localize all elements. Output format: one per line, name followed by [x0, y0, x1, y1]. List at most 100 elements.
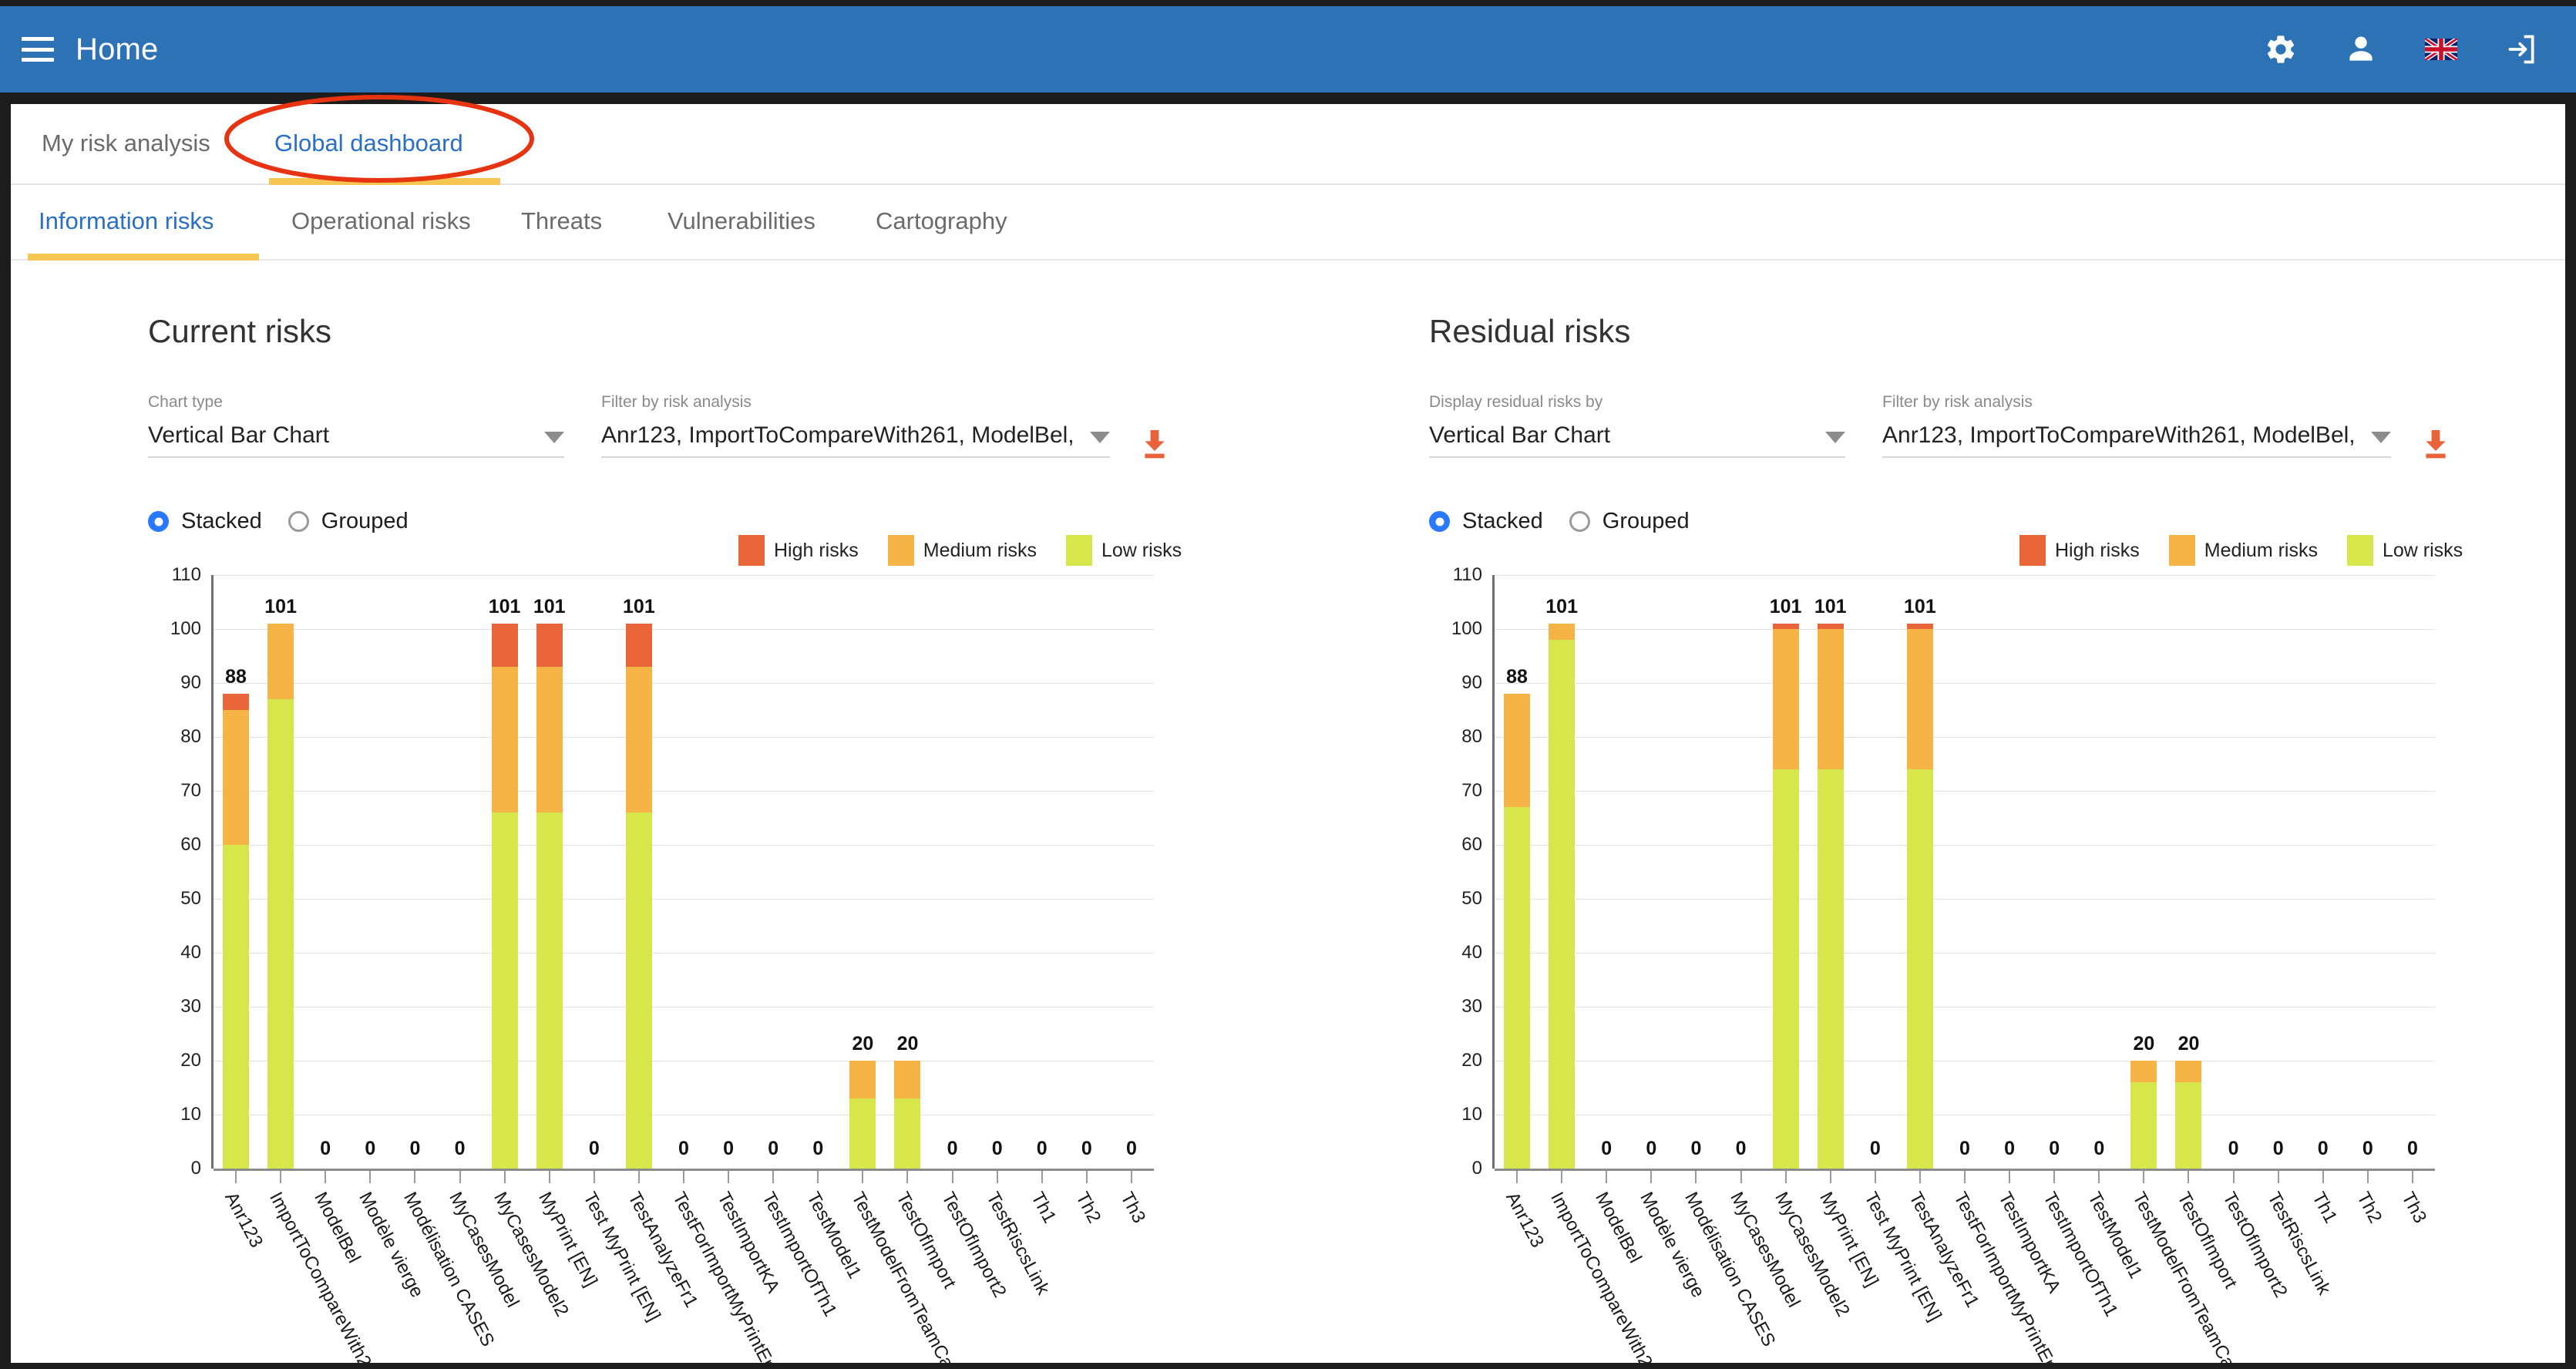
filter-risk-analysis-select-left[interactable]: Filter by risk analysis Anr123, ImportTo… [601, 393, 1110, 458]
bar-segment-low[interactable] [1549, 640, 1576, 1169]
bar-total-label: 0 [2228, 1138, 2239, 1159]
hamburger-menu-icon[interactable] [22, 37, 54, 62]
radio-stacked-right[interactable] [1429, 511, 1450, 532]
bar-segment-medium[interactable] [1817, 629, 1844, 769]
chart-bar[interactable]: 101 [1545, 596, 1578, 1169]
x-axis-tick [503, 1171, 506, 1183]
bar-segment-low[interactable] [1817, 769, 1844, 1169]
x-axis-category-label: Th2 [1071, 1189, 1105, 1227]
y-axis-tick-label: 60 [1461, 834, 1482, 855]
user-icon[interactable] [2343, 32, 2379, 67]
export-residual-risks-button[interactable] [2422, 429, 2450, 463]
bar-segment-medium[interactable] [267, 624, 294, 699]
bar-segment-low[interactable] [536, 812, 563, 1169]
legend-item-low: Low risks [2347, 535, 2463, 566]
bar-segment-medium[interactable] [894, 1061, 921, 1098]
chart-bar[interactable]: 101 [264, 596, 297, 1169]
gridline [1495, 845, 2435, 846]
bar-segment-medium[interactable] [1906, 629, 1933, 769]
y-axis-tick-label: 110 [171, 564, 201, 585]
field-value: Vertical Bar Chart [148, 422, 330, 448]
bar-segment-low[interactable] [849, 1098, 876, 1169]
chart-bar[interactable]: 101 [533, 596, 566, 1169]
x-axis-category-label: Th3 [2397, 1189, 2431, 1227]
x-axis-category-label: Th2 [2352, 1189, 2386, 1227]
bar-segment-high[interactable] [536, 624, 563, 667]
chart-bar[interactable]: 101 [1814, 596, 1847, 1169]
bar-segment-medium[interactable] [223, 710, 250, 845]
bar-segment-low[interactable] [625, 812, 652, 1169]
plot-area: 0 10 20 30 40 50 60 70 80 90 100 110 Anr123 88 ImportT… [170, 564, 1154, 1363]
bar-segment-medium[interactable] [1504, 694, 1531, 807]
chevron-down-icon [2371, 432, 2391, 443]
bar-segment-low[interactable] [1504, 807, 1531, 1169]
radio-grouped-label: Grouped [321, 509, 409, 533]
bar-segment-medium[interactable] [1549, 624, 1576, 640]
bar-segment-high[interactable] [1817, 624, 1844, 629]
bar-total-label: 20 [2133, 1033, 2155, 1054]
bar-segment-low[interactable] [1906, 769, 1933, 1169]
bar-segment-low[interactable] [1772, 769, 1799, 1169]
uk-flag-icon[interactable] [2423, 32, 2459, 67]
chart-bar[interactable]: 101 [1770, 596, 1801, 1169]
y-axis-tick-label: 50 [1461, 888, 1482, 909]
bar-segment-low[interactable] [2130, 1082, 2157, 1169]
y-axis-tick-label: 30 [1461, 996, 1482, 1017]
radio-grouped-right[interactable] [1569, 511, 1590, 532]
radio-grouped-left[interactable] [288, 511, 309, 532]
bar-segment-low[interactable] [491, 812, 518, 1169]
bar-segment-medium[interactable] [849, 1061, 876, 1098]
bar-segment-high[interactable] [1906, 624, 1933, 629]
bar-segment-medium[interactable] [625, 667, 652, 812]
x-axis-tick [1085, 1171, 1088, 1183]
chart-bar[interactable]: 101 [623, 596, 655, 1169]
bar-segment-medium[interactable] [2130, 1061, 2157, 1082]
filter-risk-analysis-select-right[interactable]: Filter by risk analysis Anr123, ImportTo… [1882, 393, 2391, 458]
chart-bar[interactable]: 20 [849, 1033, 876, 1169]
tab-global-dashboard[interactable]: Global dashboard [273, 104, 465, 182]
bar-segment-medium[interactable] [491, 667, 518, 812]
tab-information-risks[interactable]: Information risks [39, 185, 214, 257]
tab-cartography[interactable]: Cartography [876, 185, 1007, 257]
gridline [214, 629, 1154, 630]
chart-bar[interactable]: 88 [223, 666, 250, 1169]
display-residual-by-select[interactable]: Display residual risks by Vertical Bar C… [1429, 393, 1845, 458]
bar-segment-high[interactable] [491, 624, 518, 667]
bar-segment-medium[interactable] [1772, 629, 1799, 769]
chart-bar[interactable]: 88 [1504, 666, 1531, 1169]
x-axis-tick [1695, 1171, 1697, 1183]
bar-total-label: 0 [768, 1138, 779, 1159]
bar-segment-high[interactable] [223, 694, 250, 710]
bar-segment-low[interactable] [2175, 1082, 2202, 1169]
gear-icon[interactable] [2263, 32, 2299, 67]
bar-segment-high[interactable] [625, 624, 652, 667]
chart-type-select-left[interactable]: Chart type Vertical Bar Chart [148, 393, 564, 458]
y-axis-tick-label: 80 [180, 726, 201, 747]
bar-total-label: 101 [488, 596, 521, 617]
bar-segment-medium[interactable] [2175, 1061, 2202, 1082]
chart-bar[interactable]: 20 [2130, 1033, 2157, 1169]
tab-threats[interactable]: Threats [521, 185, 602, 257]
bar-segment-low[interactable] [267, 699, 294, 1169]
export-current-risks-button[interactable] [1141, 429, 1169, 463]
tab-vulnerabilities[interactable]: Vulnerabilities [668, 185, 816, 257]
chart-bar[interactable]: 20 [894, 1033, 921, 1169]
chart-bar[interactable]: 20 [2175, 1033, 2202, 1169]
bar-segment-high[interactable] [1772, 624, 1799, 629]
bar-segment-medium[interactable] [536, 667, 563, 812]
x-axis-tick [1041, 1171, 1043, 1183]
x-axis-tick [1561, 1171, 1563, 1183]
x-axis-tick [593, 1171, 595, 1183]
chart-bar[interactable]: 101 [489, 596, 520, 1169]
radio-stacked-left[interactable] [148, 511, 169, 532]
tab-my-risk-analysis[interactable]: My risk analysis [40, 104, 212, 182]
legend-item-high: High risks [2019, 535, 2140, 566]
tab-operational-risks[interactable]: Operational risks [291, 185, 471, 257]
bar-segment-low[interactable] [894, 1098, 921, 1169]
radio-stacked-label: Stacked [181, 509, 262, 533]
x-axis-tick [280, 1171, 282, 1183]
bar-segment-low[interactable] [223, 845, 250, 1169]
field-value: Anr123, ImportToCompareWith261, ModelBel… [1882, 422, 2359, 448]
logout-icon[interactable] [2504, 32, 2539, 67]
chart-bar[interactable]: 101 [1904, 596, 1936, 1169]
